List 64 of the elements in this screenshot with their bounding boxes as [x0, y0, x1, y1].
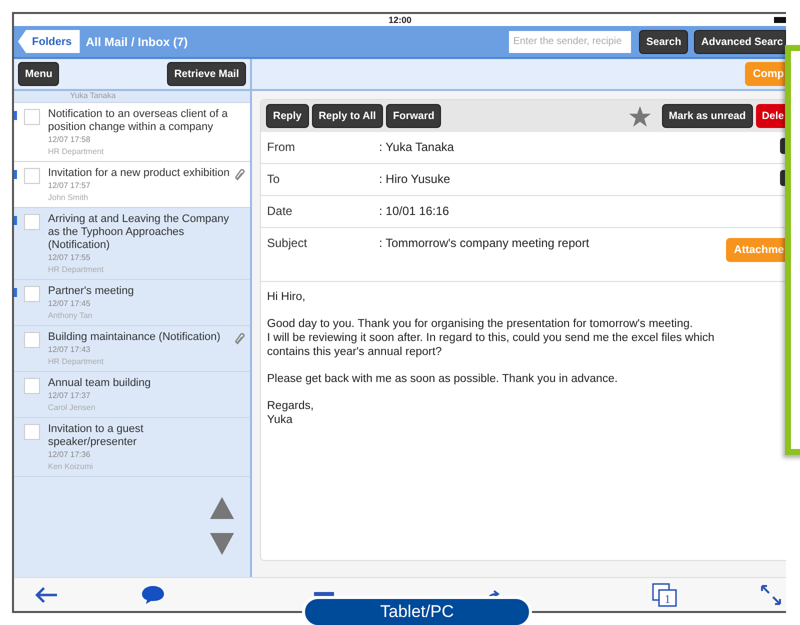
mail-list-item[interactable]: Invitation for a new product exhibition 12/07 17:57 John Smith: [14, 162, 250, 208]
mail-subject: Annual team building: [48, 377, 152, 390]
message-action-button[interactable]: Reply to All: [312, 104, 383, 128]
mail-subject: Building maintainance (Notification): [48, 331, 222, 344]
status-time: 12:00: [388, 15, 412, 25]
mailbox-title: All Mail / Inbox (7): [86, 34, 189, 48]
mail-checkbox[interactable]: [24, 214, 40, 230]
device-caption: Tablet/PC: [302, 596, 532, 625]
mail-time: 12/07 17:37: [48, 390, 92, 402]
advanced-search-button[interactable]: Advanced Searc: [694, 30, 786, 54]
mail-checkbox[interactable]: [24, 168, 40, 184]
search-button[interactable]: Search: [639, 30, 688, 54]
field-label: To: [267, 172, 281, 186]
folders-back-button[interactable]: Folders: [18, 30, 80, 53]
mail-sender: HR Department: [48, 146, 105, 158]
mail-subject: Invitation to a guest speaker/presenter: [48, 423, 144, 449]
mail-list-item[interactable]: Notification to an overseas client of a position change within a company 12/07 17:58 HR Department: [14, 103, 250, 162]
mail-sender: HR Department: [48, 264, 105, 276]
mail-sender: Carol Jensen: [48, 402, 96, 414]
message-paragraph: Regards, Yuka: [267, 399, 315, 427]
field-value: : Tommorrow's company meeting report: [379, 236, 590, 250]
message-action-button[interactable]: Reply: [266, 104, 309, 128]
message-paragraph: Hi Hiro,: [267, 290, 306, 304]
mail-sender: HR Department: [48, 356, 105, 368]
mail-subject: Partner's meeting: [48, 285, 135, 298]
mail-subject: Notification to an overseas client of a position change within a company: [48, 108, 229, 134]
message-paragraph: Please get back with me as soon as possible. Thank you in advance.: [267, 372, 619, 386]
mail-time: 12/07 17:43: [48, 344, 92, 356]
mail-time: 12/07 17:45: [48, 298, 92, 310]
expand-icon[interactable]: [760, 584, 782, 606]
field-label: From: [267, 140, 296, 154]
mail-checkbox[interactable]: [24, 378, 40, 394]
mail-time: 12/07 17:36: [48, 449, 92, 461]
search-field[interactable]: Enter the sender, recipie: [509, 30, 632, 52]
back-arrow-icon[interactable]: [34, 586, 58, 604]
message-paragraph: Good day to you. Thank you for organising the presentation for tomorrow's meeting. I will be reviewing it soon after. In regard to this, could you send me the excel files which contains this year's annual report?: [267, 317, 716, 359]
battery-icon: [774, 17, 786, 23]
mail-subject: Arriving at and Leaving the Company as the Typhoon Approaches (Notification): [48, 213, 230, 252]
mail-time: 12/07 17:57: [48, 180, 92, 192]
mail-time: 12/07 17:55: [48, 252, 92, 264]
mail-sender: Yuka Tanaka: [14, 91, 250, 103]
minus-icon[interactable]: [314, 592, 334, 598]
mail-subject: Invitation for a new product exhibition: [48, 167, 231, 180]
message-action-button[interactable]: Mark as unread: [662, 104, 753, 128]
mail-checkbox[interactable]: [24, 286, 40, 302]
mail-sender: John Smith: [48, 192, 90, 204]
speech-bubble-icon[interactable]: [141, 584, 166, 604]
field-value: : Hiro Yusuke: [379, 172, 452, 186]
star-icon[interactable]: [628, 106, 651, 126]
field-label: Subject: [267, 236, 308, 250]
field-label: Date: [267, 204, 294, 218]
scroll-arrows-icon[interactable]: [210, 497, 234, 555]
menu-button[interactable]: Menu: [18, 62, 60, 86]
mail-checkbox[interactable]: [24, 424, 40, 440]
mail-checkbox[interactable]: [24, 332, 40, 348]
mail-time: 12/07 17:58: [48, 134, 92, 146]
retrieve-mail-button[interactable]: Retrieve Mail: [167, 62, 246, 86]
field-value: : Yuka Tanaka: [379, 140, 455, 154]
mail-sender: Anthony Tan: [48, 310, 94, 322]
mail-checkbox[interactable]: [24, 109, 40, 125]
mail-sender: Ken Koizumi: [48, 461, 94, 473]
message-action-button[interactable]: Forward: [386, 104, 442, 128]
field-value: : 10/01 16:16: [379, 204, 450, 218]
delete-button[interactable]: Dele: [756, 104, 786, 128]
